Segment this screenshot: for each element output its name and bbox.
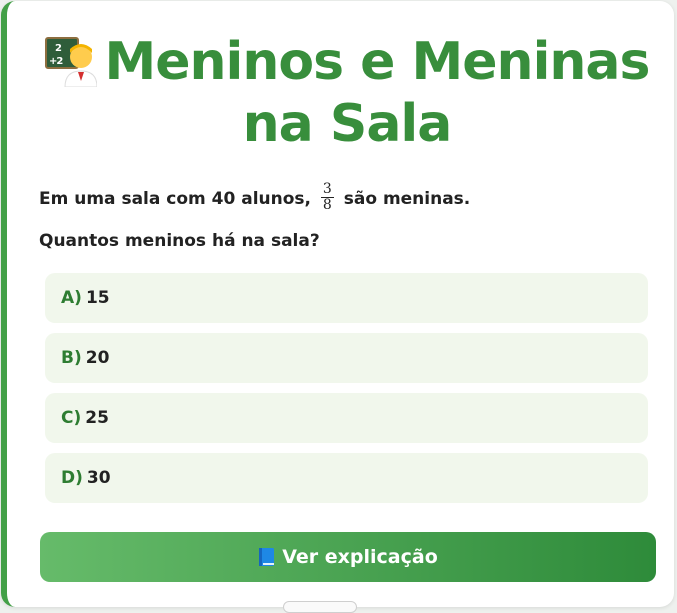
blue-book-icon (259, 548, 275, 566)
option-letter: D (61, 468, 76, 488)
option-paren: ) (75, 468, 83, 488)
bottom-handle[interactable] (283, 601, 357, 613)
explain-button[interactable]: Ver explicação (40, 532, 656, 582)
option-b[interactable]: B) 20 (45, 333, 648, 383)
option-paren: ) (73, 348, 82, 368)
explain-button-label: Ver explicação (282, 546, 438, 568)
quiz-card: 2 +2 Meninos e Meninas na Sala Em uma sa… (1, 1, 674, 607)
option-d[interactable]: D) 30 (45, 453, 648, 503)
option-value: 15 (85, 288, 110, 308)
option-paren: ) (73, 408, 82, 428)
fraction-denominator: 8 (322, 196, 332, 213)
question-text: Em uma sala com 40 alunos, 3 8 são menin… (39, 181, 470, 217)
option-paren: ) (74, 288, 82, 308)
fraction: 3 8 (320, 180, 334, 213)
option-value: 25 (85, 408, 109, 428)
option-value: 30 (86, 468, 111, 488)
question-prefix: Em uma sala com 40 alunos, (39, 189, 311, 209)
page-title: 2 +2 Meninos e Meninas na Sala (27, 31, 667, 155)
option-letter: B (61, 348, 74, 368)
option-c[interactable]: C) 25 (45, 393, 648, 443)
option-a[interactable]: A) 15 (45, 273, 648, 323)
option-letter: A (61, 288, 75, 308)
option-value: 20 (85, 348, 110, 368)
teacher-emoji-icon: 2 +2 (44, 37, 97, 87)
option-letter: C (61, 408, 74, 428)
question-suffix: são meninas. (343, 189, 471, 209)
svg-text:2: 2 (55, 43, 62, 54)
fraction-numerator: 3 (320, 180, 334, 198)
question-prompt: Quantos meninos há na sala? (39, 231, 320, 251)
page-title-text: Meninos e Meninas na Sala (104, 32, 651, 154)
svg-text:+2: +2 (49, 56, 63, 67)
